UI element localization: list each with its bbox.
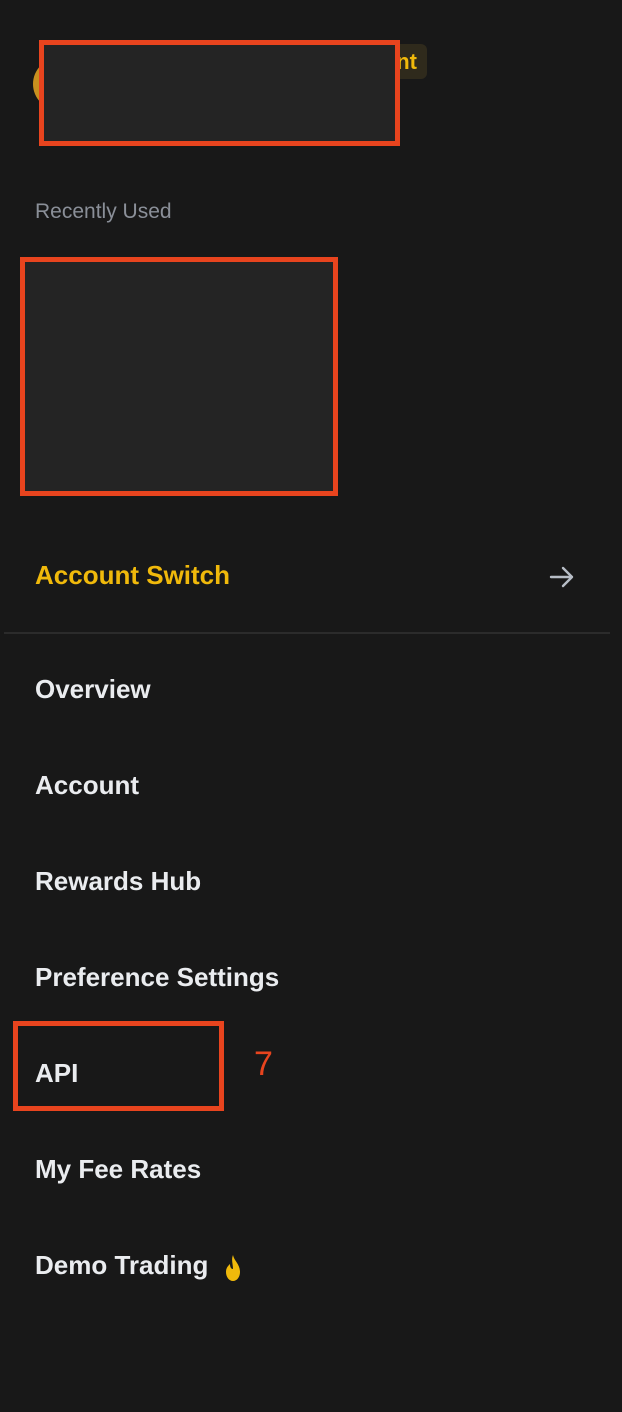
menu-item-label: Overview [35,674,151,704]
menu-item-overview[interactable]: Overview [0,662,622,722]
menu-item-label: My Fee Rates [35,1154,202,1184]
menu-item-my-fee-rates[interactable]: My Fee Rates [0,1142,622,1202]
menu-item-label: Account [35,770,139,800]
step-number: 7 [254,1045,273,1083]
menu-item-label: Preference Settings [35,962,280,992]
recently-used-label: Recently Used [35,200,172,223]
account-switch-row[interactable]: Account Switch [0,548,622,604]
redacted-user-info [39,40,400,146]
menu-item-label: Demo Trading [35,1250,209,1280]
menu-item-rewards-hub[interactable]: Rewards Hub [0,854,622,914]
menu-item-account[interactable]: Account [0,758,622,818]
menu-item-demo-trading[interactable]: Demo Trading [0,1238,622,1298]
account-switch-label: Account Switch [35,560,231,590]
divider [4,632,610,634]
flame-icon [226,1255,240,1281]
api-highlight-box [13,1021,224,1111]
menu-item-preference-settings[interactable]: Preference Settings [0,950,622,1010]
menu-item-label: Rewards Hub [35,866,202,896]
arrow-right-icon [549,566,574,588]
redacted-recently-used [20,257,338,496]
